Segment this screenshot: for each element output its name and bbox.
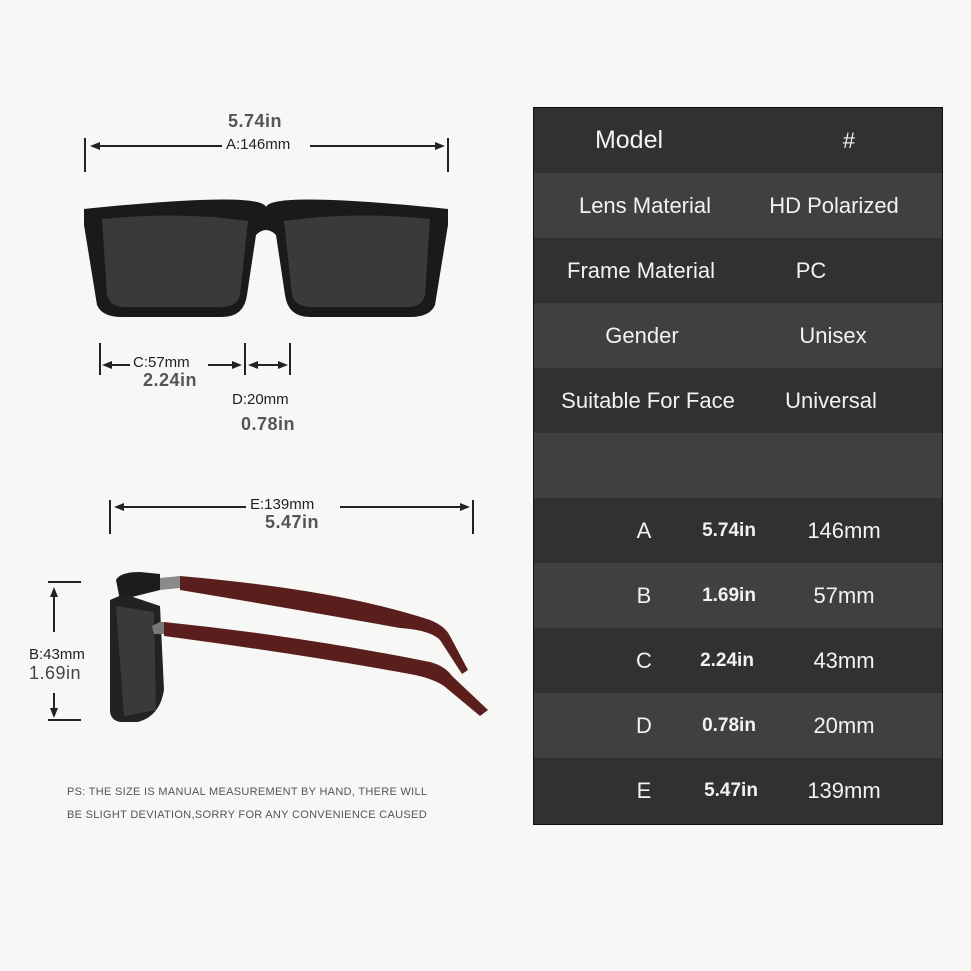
table-row-dim-c: C 2.24in 43mm xyxy=(534,628,942,693)
dim-c-line-right xyxy=(208,364,234,366)
arrow-left-icon xyxy=(90,142,100,150)
hinge-top xyxy=(160,576,180,590)
dim-d-line xyxy=(256,364,280,366)
dim-mm: 43mm xyxy=(813,648,875,673)
disclaimer-line-1: PS: THE SIZE IS MANUAL MEASUREMENT BY HA… xyxy=(67,786,428,798)
table-row-model: Model # xyxy=(534,108,942,173)
dim-key: E xyxy=(636,778,652,803)
dim-c-left-tick xyxy=(99,343,101,375)
attr-label: Lens Material xyxy=(578,193,712,218)
dim-a-mm: A:146mm xyxy=(226,136,291,153)
attr-label: Suitable For Face xyxy=(561,388,735,413)
dim-key: C xyxy=(636,648,652,673)
dim-mm: 57mm xyxy=(813,583,875,608)
dim-e-line-left xyxy=(122,506,246,508)
dim-b-bottom-tick xyxy=(48,719,81,721)
dim-e-mm: E:139mm xyxy=(250,496,315,513)
dim-b-mm: B:43mm xyxy=(29,646,85,663)
dim-d-inches: 0.78in xyxy=(241,414,296,434)
dim-mm: 20mm xyxy=(813,713,875,738)
table-row-blank xyxy=(534,433,942,498)
dim-inches: 0.78in xyxy=(702,715,756,736)
attr-value: Unisex xyxy=(799,323,867,348)
attr-value: HD Polarized xyxy=(769,193,899,218)
dim-mm: 146mm xyxy=(807,518,881,543)
dim-mm: 139mm xyxy=(807,778,881,803)
dim-inches: 5.74in xyxy=(702,520,756,541)
arrow-right-icon xyxy=(460,503,470,511)
arrow-down-icon xyxy=(50,708,58,718)
dim-e-left-tick xyxy=(109,500,111,534)
arrow-right-icon xyxy=(435,142,445,150)
table-row-suitable-face: Suitable For Face Universal xyxy=(534,368,942,433)
sunglasses-side-image xyxy=(110,572,488,722)
dim-inches: 1.69in xyxy=(702,585,756,606)
spec-table: Model # Lens Material HD Polarized Frame… xyxy=(533,107,943,825)
attr-label: Model xyxy=(594,126,664,154)
dim-a-left-tick xyxy=(84,138,86,172)
table-row-lens-material: Lens Material HD Polarized xyxy=(534,173,942,238)
dim-a-inches: 5.74in xyxy=(228,111,283,131)
dim-a-line-right xyxy=(310,145,437,147)
right-lens xyxy=(284,215,430,307)
sunglasses-front-image xyxy=(84,199,448,317)
dim-e-line-right xyxy=(340,506,462,508)
attr-value: Universal xyxy=(785,388,877,413)
dim-a-line-left xyxy=(94,145,222,147)
dim-key: B xyxy=(636,583,652,608)
dim-key: D xyxy=(636,713,652,738)
dim-key: A xyxy=(636,518,652,543)
dim-e-inches: 5.47in xyxy=(265,512,320,532)
dim-b-line-top xyxy=(53,595,55,632)
dim-b-inches: 1.69in xyxy=(29,663,82,683)
dim-e-right-tick xyxy=(472,500,474,534)
table-row-dim-e: E 5.47in 139mm xyxy=(534,758,942,824)
table-row-gender: Gender Unisex xyxy=(534,303,942,368)
dim-c-right-tick xyxy=(244,343,246,375)
table-row-dim-b: B 1.69in 57mm xyxy=(534,563,942,628)
dim-b-top-tick xyxy=(48,581,81,583)
dim-a-right-tick xyxy=(447,138,449,172)
attr-label: Gender xyxy=(605,323,679,348)
dim-inches: 5.47in xyxy=(704,780,758,801)
disclaimer-line-2: BE SLIGHT DEVIATION,SORRY FOR ANY CONVEN… xyxy=(67,809,427,821)
dim-inches: 2.24in xyxy=(700,650,754,671)
dim-c-mm: C:57mm xyxy=(133,354,190,371)
table-row-dim-a: A 5.74in 146mm xyxy=(534,498,942,563)
table-row-dim-d: D 0.78in 20mm xyxy=(534,693,942,758)
left-lens xyxy=(102,215,248,307)
attr-value: PC xyxy=(795,258,827,283)
table-row-frame-material: Frame Material PC xyxy=(534,238,942,303)
dim-d-right-tick xyxy=(289,343,291,375)
dim-c-inches: 2.24in xyxy=(143,370,198,390)
arrow-right-icon xyxy=(278,361,288,369)
dim-c-line-left xyxy=(108,364,130,366)
attr-value: # xyxy=(842,128,856,153)
attr-label: Frame Material xyxy=(567,258,715,283)
dim-d-mm: D:20mm xyxy=(232,391,289,408)
arrow-right-icon xyxy=(232,361,242,369)
